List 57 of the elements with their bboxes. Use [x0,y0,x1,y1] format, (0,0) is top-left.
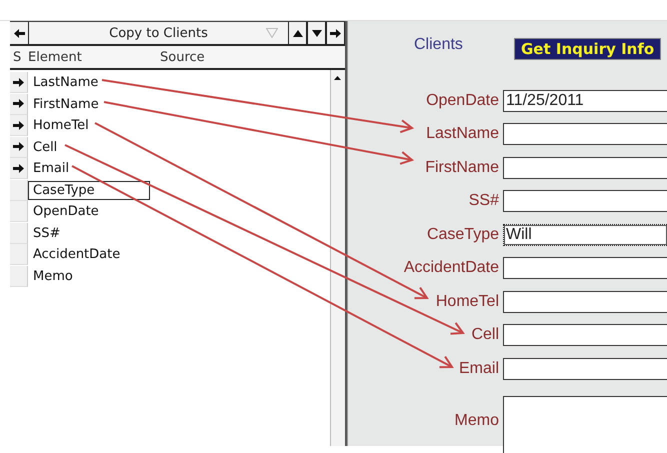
row-selector[interactable] [10,115,28,136]
field-label: LastName [425,125,500,144]
up-triangle-icon [292,30,302,36]
previous-button[interactable] [10,22,29,44]
right-arrow-icon [13,120,24,130]
element-name[interactable]: Cell [28,138,62,157]
move-down-button[interactable] [307,22,326,44]
scrollbar[interactable] [330,70,345,446]
field-label: AccidentDate [402,259,500,278]
element-name[interactable]: CaseType [28,180,150,200]
right-arrow-icon [13,99,24,108]
row-selector[interactable] [10,94,28,115]
next-button[interactable] [326,22,345,44]
field-label: Cell [470,326,500,344]
input-field[interactable]: Will [503,224,667,246]
field-label: FirstName [424,158,500,177]
panel-title: Copy to Clients [109,26,208,40]
column-header: Element [28,50,83,64]
scroll-up-icon [334,76,341,80]
left-arrow-icon [14,28,24,38]
right-arrow-icon [13,142,24,152]
field-label: SS# [468,192,500,210]
input-field[interactable] [503,358,667,380]
row-selector[interactable] [10,158,28,180]
field-label: Memo [454,412,500,430]
down-triangle-icon [312,30,322,36]
field-label: Email [458,360,500,378]
element-name[interactable]: Email [28,159,74,178]
element-name[interactable]: FirstName [28,94,104,114]
column-header: S [12,50,22,64]
input-field[interactable] [503,290,667,313]
column-header: Source [160,50,205,64]
element-name[interactable]: Memo [28,266,78,286]
input-field[interactable] [503,324,667,346]
filter-icon [266,28,278,38]
field-label: OpenDate [425,92,500,110]
get-inquiry-button[interactable]: Get Inquiry Info [514,38,662,60]
input-field[interactable]: 11/25/2011 [503,90,667,112]
field-label: HomeTel [434,292,500,311]
memo-field[interactable] [503,396,667,453]
element-name[interactable]: HomeTel [28,116,94,136]
field-label: CaseType [426,226,500,244]
row-selector[interactable] [10,136,28,158]
right-arrow-icon [330,28,341,38]
right-arrow-icon [13,78,24,87]
input-field[interactable] [503,190,667,212]
element-name[interactable]: OpenDate [28,202,104,222]
element-name[interactable]: AccidentDate [28,245,126,264]
element-name[interactable]: LastName [28,73,104,92]
input-field[interactable] [503,257,667,280]
form-title: Clients [414,36,464,54]
move-up-button[interactable] [288,22,307,44]
input-field[interactable] [503,123,667,146]
right-arrow-icon [13,164,24,173]
row-selector[interactable] [10,72,28,94]
input-field[interactable] [503,156,667,179]
element-name[interactable]: SS# [28,224,66,243]
